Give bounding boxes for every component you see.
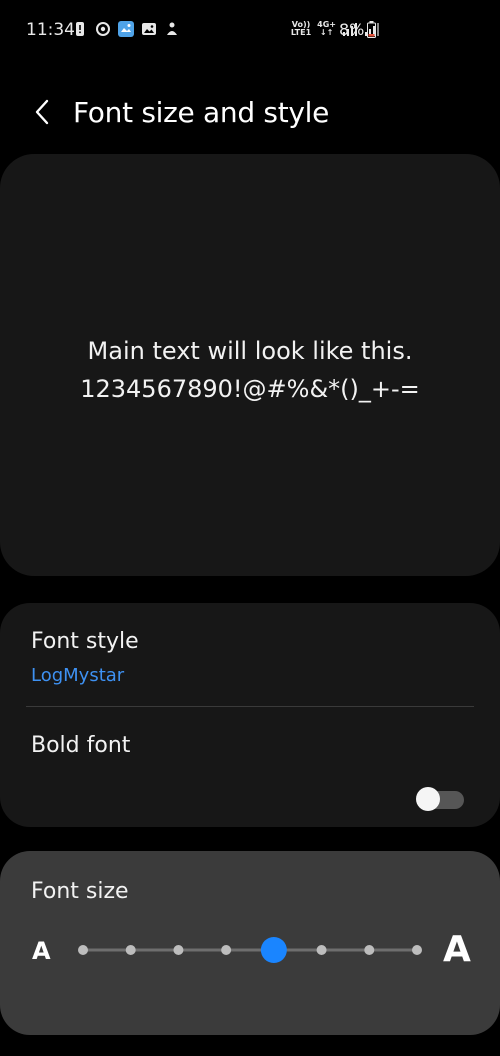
font-style-row[interactable]: Font style LogMystar [0,603,500,706]
font-style-label: Font style [31,629,139,654]
slider-stop[interactable] [412,945,422,955]
font-size-large-marker[interactable]: A [443,929,471,970]
battery-low-icon [367,21,376,38]
slider-thumb[interactable] [260,937,287,963]
bold-font-toggle[interactable] [416,786,464,812]
battery-percentage: 8% [339,20,365,39]
notification-icons [72,21,180,37]
network-type-indicator: 4G+ ↓↑ [317,20,336,37]
slider-stop[interactable] [125,945,136,955]
gallery-app-icon [118,21,134,37]
font-size-slider[interactable] [70,931,430,971]
back-button[interactable] [26,94,58,130]
slider-stop[interactable] [221,945,232,955]
status-bar: 11:34 Vo)) LTE1 4G+ ↓↑ 8% [0,0,500,60]
font-size-small-marker[interactable]: A [32,937,51,965]
status-time: 11:34 [26,20,75,40]
font-size-label: Font size [31,879,129,904]
sync-icon [96,22,110,36]
preview-line-2: 1234567890!@#%&*()_+-= [80,375,420,403]
page-title: Font size and style [73,96,330,129]
cleaner-icon [167,22,177,35]
font-settings-card: Font style LogMystar Bold font [0,603,500,827]
slider-stop[interactable] [173,945,184,955]
slider-stop[interactable] [364,945,375,955]
alert-icon [76,22,84,36]
slider-stop[interactable] [316,945,327,955]
bold-font-row[interactable]: Bold font [0,707,500,827]
slider-stop[interactable] [78,945,88,955]
volte-indicator: Vo)) LTE1 [290,20,312,37]
preview-line-1: Main text will look like this. [87,337,413,365]
image-icon [142,23,156,35]
font-size-card: Font size A A [0,851,500,1035]
chevron-left-icon [35,99,49,125]
toggle-thumb [416,787,440,811]
font-preview-card: Main text will look like this. 123456789… [0,154,500,576]
bold-font-label: Bold font [31,733,131,758]
font-style-value: LogMystar [31,665,125,686]
preview-text: Main text will look like this. 123456789… [0,332,500,408]
